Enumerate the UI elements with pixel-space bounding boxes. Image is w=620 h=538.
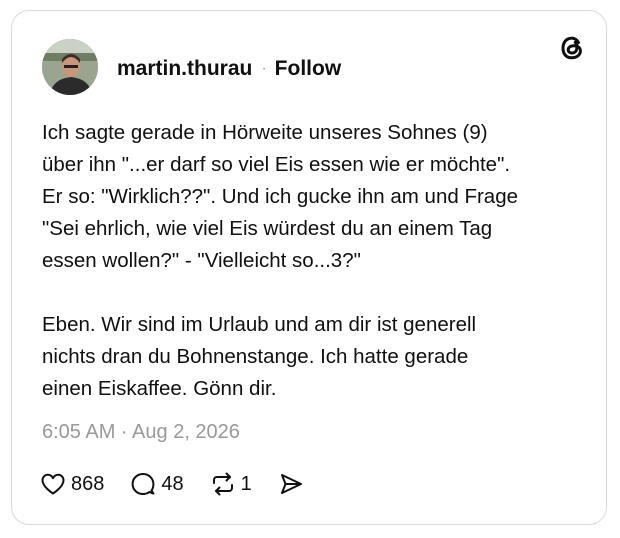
repost-count: 1	[240, 472, 252, 495]
like-button[interactable]: 868	[40, 472, 104, 496]
send-icon	[280, 474, 302, 494]
post-header: martin.thurau · Follow	[117, 55, 341, 83]
repost-icon	[212, 472, 233, 496]
follow-button[interactable]: Follow	[275, 57, 342, 81]
post-timestamp[interactable]: 6:05 AM · Aug 2, 2026	[42, 421, 240, 444]
heart-icon	[41, 473, 65, 495]
repost-button[interactable]: 1	[210, 471, 252, 497]
share-button[interactable]	[278, 471, 304, 497]
avatar[interactable]	[42, 39, 98, 95]
user-avatar-photo	[42, 39, 98, 95]
action-bar: 868 48 1	[40, 469, 330, 499]
like-count: 868	[71, 472, 105, 495]
threads-logo-icon[interactable]	[557, 33, 587, 63]
post-paragraph: Ich sagte gerade in Hörweite unseres Soh…	[42, 121, 519, 272]
reply-button[interactable]: 48	[130, 471, 184, 497]
post-body: Ich sagte gerade in Hörweite unseres Soh…	[42, 117, 587, 405]
header-separator: ·	[261, 60, 267, 77]
username-link[interactable]: martin.thurau	[117, 57, 252, 81]
post-paragraph: Eben. Wir sind im Urlaub und am dir ist …	[42, 313, 477, 400]
reply-count: 48	[161, 472, 184, 495]
post-card: martin.thurau · Follow Ich sagte gerade …	[11, 10, 607, 525]
comment-icon	[131, 473, 155, 495]
